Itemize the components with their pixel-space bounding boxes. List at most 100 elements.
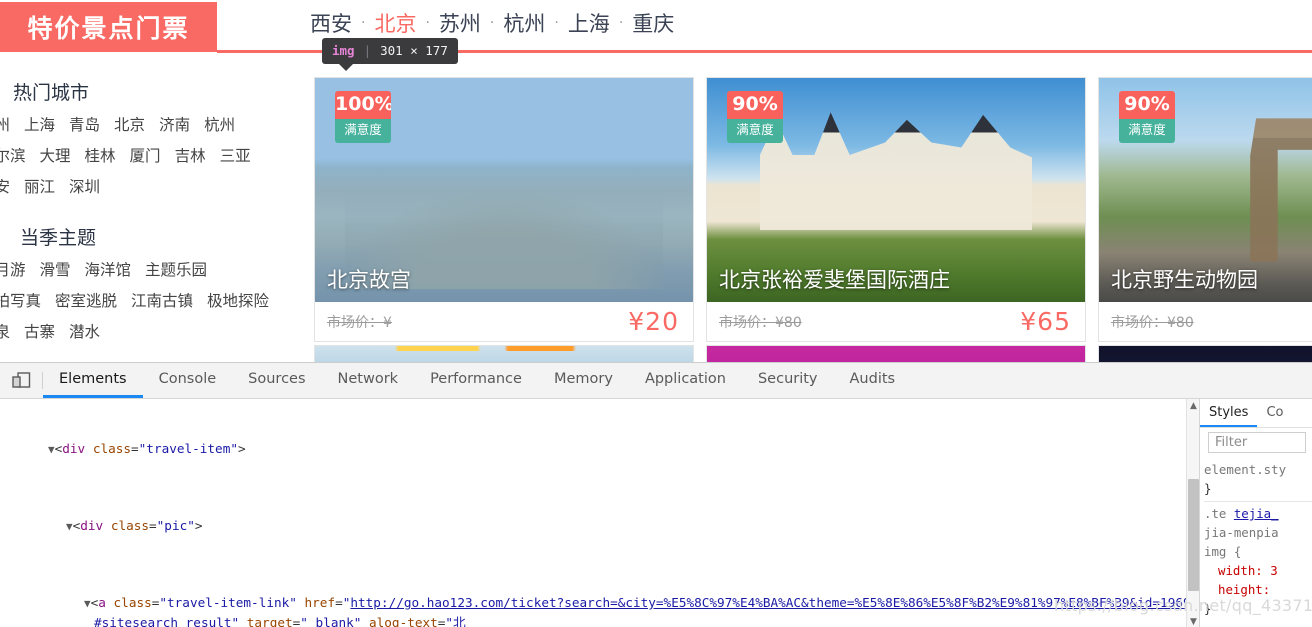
theme-row: 蜜月游滑雪海洋馆主题乐园 — [0, 258, 276, 280]
dom-tree[interactable]: ▼<div class="travel-item"> ▼<div class="… — [0, 399, 1199, 627]
banner-title: 特价景点门票 — [27, 14, 190, 43]
card-price-row: 市场价：¥80 ¥65 — [707, 302, 1085, 341]
hot-city-item[interactable]: 三亚 — [220, 144, 265, 166]
styles-filter-input[interactable]: Filter — [1208, 432, 1306, 453]
satisfaction-percent: 100% — [335, 91, 391, 119]
hot-city-item[interactable]: 北京 — [114, 113, 159, 135]
devtools-tab-application[interactable]: Application — [629, 363, 742, 398]
theme-item[interactable]: 主题乐园 — [145, 258, 221, 280]
ticket-card-partial[interactable] — [1098, 345, 1312, 362]
styles-pane: Styles Co Filter element.sty } .te tejia_… — [1199, 399, 1312, 627]
hot-city-item[interactable]: 广州 — [0, 113, 24, 135]
devtools-toolbar: Elements Console Sources Network Performance… — [0, 363, 1312, 399]
hot-city-item[interactable]: 哈尔滨 — [0, 144, 40, 166]
satisfaction-badge: 90% 满意度 — [1119, 91, 1175, 143]
devtools-tab-security[interactable]: Security — [742, 363, 834, 398]
dom-tree-pane[interactable]: ▼<div class="travel-item"> ▼<div class="… — [0, 399, 1199, 627]
card-picture[interactable]: 100% 满意度 北京故宫 — [315, 78, 693, 302]
devtools-tab-bar[interactable]: Elements Console Sources Network Performance… — [43, 363, 911, 398]
city-nav-item-3[interactable]: 杭州 — [496, 8, 552, 38]
dom-line[interactable]: ▼<div class="travel-item"> — [0, 439, 1199, 459]
style-rules-list: element.sty } .te tejia_ jia-menpia img … — [1200, 457, 1312, 618]
device-toolbar-icon[interactable] — [0, 363, 42, 398]
devtools-tab-performance[interactable]: Performance — [414, 363, 538, 398]
hot-city-item[interactable]: 上海 — [24, 113, 69, 135]
hot-city-item[interactable]: 济南 — [159, 113, 204, 135]
theme-item[interactable]: 滑雪 — [40, 258, 85, 280]
market-price: 市场价：¥80 — [719, 314, 802, 331]
theme-item[interactable]: 古寨 — [24, 320, 69, 342]
ticket-card-grid-row2 — [314, 345, 1312, 362]
expand-triangle-icon[interactable]: ▼ — [84, 597, 91, 610]
ticket-card-partial[interactable] — [706, 345, 1086, 362]
ticket-card[interactable]: 90% 满意度 北京野生动物园市场价：¥80 — [1098, 77, 1312, 342]
hot-city-item[interactable]: 深圳 — [69, 175, 114, 197]
hot-city-item[interactable]: 杭州 — [204, 113, 249, 135]
inspector-tooltip-dimensions: 301 × 177 — [380, 43, 448, 58]
inspector-tooltip-tag: img — [332, 43, 355, 58]
style-property-height[interactable]: height: — [1204, 580, 1312, 599]
hot-city-item[interactable]: 青岛 — [69, 113, 114, 135]
satisfaction-label: 满意度 — [335, 118, 391, 143]
expand-triangle-icon[interactable]: ▼ — [66, 520, 73, 533]
city-nav-separator: · — [554, 15, 559, 31]
ticket-card[interactable]: 100% 满意度 北京故宫 市场价：¥ ¥20 — [314, 77, 694, 342]
scrollbar-thumb[interactable] — [1188, 479, 1199, 591]
hot-city-item[interactable]: 大理 — [40, 144, 85, 166]
hot-city-item[interactable]: 吉林 — [175, 144, 220, 166]
style-rule-source-link[interactable]: tejia_ — [1234, 506, 1279, 521]
card-picture[interactable]: 90% 满意度 北京张裕爱斐堡国际酒庄 — [707, 78, 1085, 302]
dom-line[interactable]: ▼<div class="pic"> — [0, 516, 1199, 536]
inspected-web-page: 特价景点门票 西安·北京·苏州·杭州·上海·重庆 热门城市 广州上海青岛北京济南… — [0, 0, 1312, 362]
dom-line-anchor[interactable]: ▼<a class="travel-item-link" href="http:… — [0, 593, 1199, 627]
hot-city-row: 广州上海青岛北京济南杭州 — [0, 113, 276, 135]
styles-filter-row: Filter — [1200, 428, 1312, 457]
card-price-row: 市场价：¥ ¥20 — [315, 302, 693, 341]
card-photo — [707, 346, 1085, 362]
styles-tab-bar[interactable]: Styles Co — [1200, 399, 1312, 428]
theme-item[interactable]: 旅拍写真 — [0, 289, 55, 311]
ticket-card[interactable]: 90% 满意度 北京张裕爱斐堡国际酒庄市场价：¥80 ¥65 — [706, 77, 1086, 342]
style-property-width[interactable]: width: 3 — [1204, 561, 1312, 580]
theme-item[interactable]: 密室逃脱 — [55, 289, 131, 311]
market-price: 市场价：¥80 — [1111, 314, 1194, 331]
scroll-down-arrow-icon[interactable]: ▼ — [1187, 615, 1199, 627]
card-picture[interactable]: 90% 满意度 北京野生动物园 — [1099, 78, 1312, 302]
city-nav[interactable]: 西安 · 北京 · 苏州 · 杭州 · 上海 · 重庆 — [303, 8, 681, 38]
styles-tab-styles[interactable]: Styles — [1200, 399, 1258, 427]
devtools-tab-console[interactable]: Console — [143, 363, 233, 398]
city-nav-item-5[interactable]: 重庆 — [625, 8, 681, 38]
satisfaction-badge: 100% 满意度 — [335, 91, 391, 143]
hot-city-item[interactable]: 西安 — [0, 175, 24, 197]
theme-item[interactable]: 蜜月游 — [0, 258, 40, 280]
theme-item[interactable]: 潜水 — [69, 320, 114, 342]
scroll-up-arrow-icon[interactable]: ▲ — [1187, 399, 1199, 412]
devtools-tab-memory[interactable]: Memory — [538, 363, 629, 398]
style-rule-selector-cont2: img { — [1204, 544, 1242, 559]
style-rule-divider — [1204, 501, 1312, 502]
devtools-tab-audits[interactable]: Audits — [834, 363, 912, 398]
devtools-tab-sources[interactable]: Sources — [232, 363, 321, 398]
theme-item[interactable]: 温泉 — [0, 320, 24, 342]
devtools-tab-network[interactable]: Network — [322, 363, 415, 398]
theme-item[interactable]: 极地探险 — [207, 289, 283, 311]
style-rule-element[interactable]: element.sty — [1204, 460, 1312, 479]
hot-city-item[interactable]: 桂林 — [85, 144, 130, 166]
hot-city-item[interactable]: 丽江 — [24, 175, 69, 197]
theme-item[interactable]: 海洋馆 — [85, 258, 146, 280]
style-rule-selector-line[interactable]: .te tejia_ — [1204, 504, 1312, 523]
styles-tab-co[interactable]: Co — [1257, 399, 1292, 427]
current-price: ¥65 — [1020, 307, 1071, 336]
city-nav-item-2[interactable]: 苏州 — [432, 8, 488, 38]
city-nav-separator: · — [618, 15, 624, 31]
inspector-tooltip-divider: | — [363, 43, 372, 58]
hot-city-item[interactable]: 厦门 — [130, 144, 175, 166]
theme-item[interactable]: 江南古镇 — [131, 289, 207, 311]
city-nav-item-4[interactable]: 上海 — [561, 8, 617, 38]
devtools-tab-elements[interactable]: Elements — [43, 363, 143, 398]
expand-triangle-icon[interactable]: ▼ — [48, 443, 55, 456]
satisfaction-label: 满意度 — [727, 118, 783, 143]
city-nav-item-0[interactable]: 西安 — [303, 8, 359, 38]
city-nav-item-1[interactable]: 北京 — [367, 8, 423, 38]
dom-tree-scrollbar[interactable]: ▲ ▼ — [1186, 399, 1199, 627]
